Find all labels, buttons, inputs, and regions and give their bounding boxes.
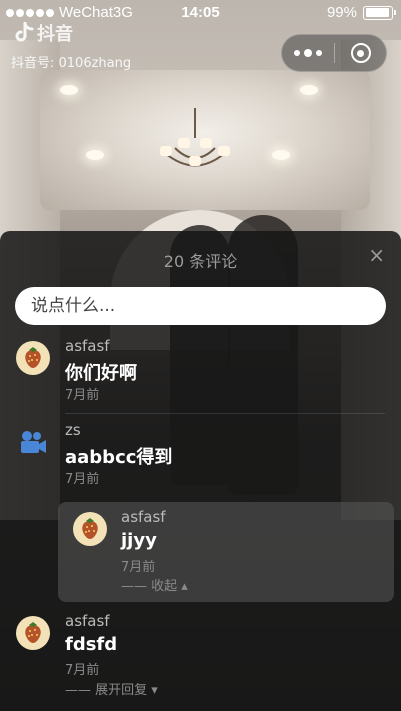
comment-input[interactable] xyxy=(15,287,386,325)
comment-item[interactable]: zs aabbcc得到 7月前 xyxy=(0,421,401,491)
ceiling-light xyxy=(300,85,318,95)
mini-program-capsule xyxy=(281,34,387,72)
comment-item[interactable]: asfasf 你们好啊 7月前 xyxy=(0,337,401,407)
app-name: 抖音 xyxy=(37,24,73,45)
close-mini-program-button[interactable] xyxy=(335,35,386,71)
target-icon xyxy=(350,43,371,63)
comment-time: 7月前 xyxy=(65,663,100,678)
more-menu-button[interactable] xyxy=(282,35,334,71)
strawberry-avatar-icon[interactable] xyxy=(16,341,50,375)
reply-thread: asfasf jjyy 7月前 —— 收起 ▴ xyxy=(58,502,394,602)
reply-username[interactable]: asfasf xyxy=(121,508,166,526)
comment-item[interactable]: asfasf fdsfd 7月前 —— 展开回复 ▾ xyxy=(0,612,401,702)
comment-text: 你们好啊 xyxy=(65,363,137,384)
comment-username[interactable]: asfasf xyxy=(65,612,110,630)
collapse-replies-button[interactable]: —— 收起 ▴ xyxy=(121,575,188,594)
comment-text: aabbcc得到 xyxy=(65,447,173,468)
comment-sheet: 20 条评论 × asfasf 你们好啊 7月前 zs aabbcc得到 7月前… xyxy=(0,231,401,711)
chandelier-icon xyxy=(160,108,230,167)
app-watermark: 抖音 xyxy=(14,20,73,46)
comment-divider xyxy=(65,413,385,414)
comment-time: 7月前 xyxy=(65,472,100,487)
tiktok-note-icon xyxy=(15,22,34,42)
battery-icon xyxy=(363,5,396,20)
comment-count-title: 20 条评论 xyxy=(163,252,238,271)
comment-username[interactable]: asfasf xyxy=(65,337,110,355)
comment-username[interactable]: zs xyxy=(65,421,81,439)
strawberry-avatar-icon[interactable] xyxy=(73,512,107,546)
reply-text: jjyy xyxy=(121,530,157,551)
reply-time: 7月前 xyxy=(121,560,156,575)
video-camera-icon[interactable] xyxy=(16,425,50,459)
battery-area: 99% xyxy=(326,4,396,21)
comment-text: fdsfd xyxy=(65,634,118,655)
battery-percent: 99% xyxy=(326,4,357,21)
ceiling-light xyxy=(60,85,78,95)
comment-time: 7月前 xyxy=(65,388,100,403)
account-id: 抖音号: 0106zhang xyxy=(11,56,132,71)
expand-replies-button[interactable]: —— 展开回复 ▾ xyxy=(65,679,158,698)
close-icon[interactable]: × xyxy=(368,245,385,265)
strawberry-avatar-icon[interactable] xyxy=(16,616,50,650)
ceiling-light xyxy=(86,150,104,160)
ceiling-light xyxy=(272,150,290,160)
